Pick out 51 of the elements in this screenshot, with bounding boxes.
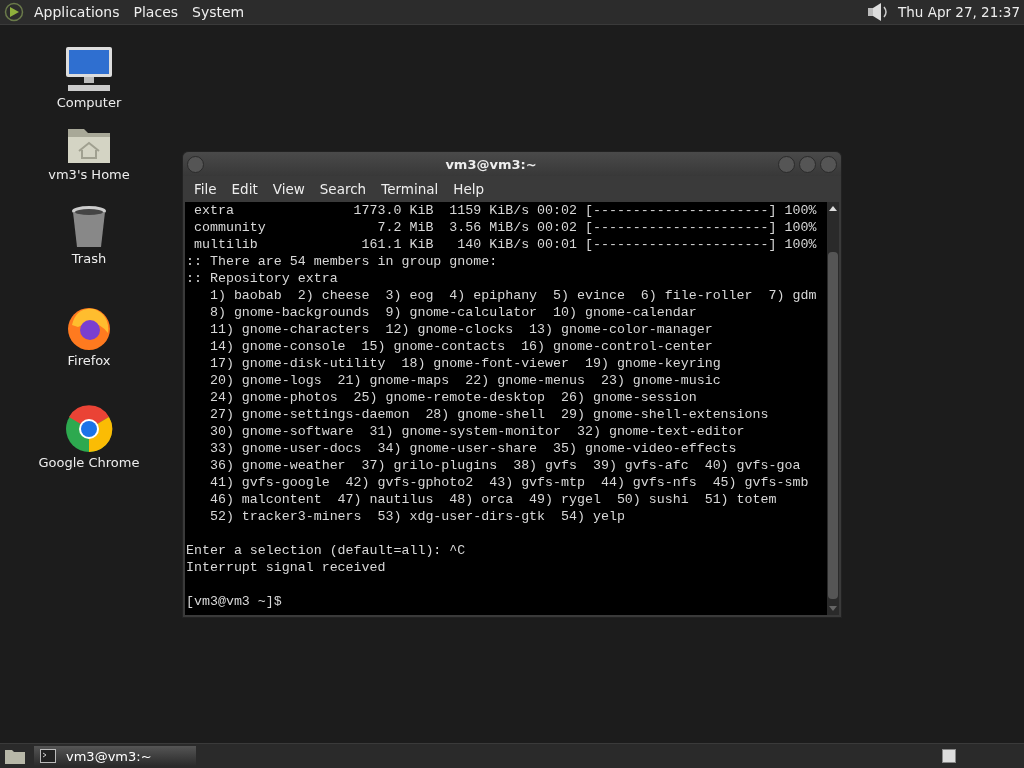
menu-item[interactable]: Edit [226, 181, 263, 197]
panel-menu[interactable]: System [192, 4, 245, 20]
menu-item[interactable]: File [189, 181, 222, 197]
terminal-line: extra 1773.0 KiB 1159 KiB/s 00:02 [----------------------] 100% [192, 202, 818, 219]
desktop-icon-label: Trash [71, 251, 107, 266]
logo-icon[interactable] [4, 2, 24, 22]
menu-item[interactable]: View [267, 181, 310, 197]
chrome-icon[interactable] [65, 405, 113, 453]
clock[interactable]: Thu Apr 27, 21:37 [898, 4, 1020, 20]
terminal-line: 24) gnome-photos 25) gnome-remote-desktop 26) gnome-session [208, 389, 698, 406]
scroll-down-icon[interactable] [828, 605, 838, 613]
terminal-line: Enter a selection (default=all): ^C [186, 542, 467, 559]
firefox-icon[interactable] [66, 305, 112, 351]
terminal-line: 41) gvfs-google 42) gvfs-gphoto2 43) gvfs-mtp 44) gvfs-nfs 45) gvfs-smb [208, 474, 810, 491]
terminal-icon [40, 749, 56, 763]
terminal-line: 11) gnome-characters 12) gnome-clocks 13) gnome-color-manager [208, 321, 714, 338]
terminal-line: 1) baobab 2) cheese 3) eog 4) epiphany 5) evince 6) file-roller 7) gdm [208, 287, 818, 304]
menu-item[interactable]: Search [314, 181, 372, 197]
desktop-icon-label: Firefox [67, 353, 111, 368]
desktop-icon-label: vm3's Home [48, 167, 130, 182]
terminal-line: :: There are 54 members in group gnome: [186, 253, 499, 270]
terminal-line: 17) gnome-disk-utility 18) gnome-font-viewer 19) gnome-keyring [208, 355, 722, 372]
desktop-icon-label: Google Chrome [38, 455, 140, 470]
scroll-up-icon[interactable] [828, 204, 838, 212]
terminal-line: 20) gnome-logs 21) gnome-maps 22) gnome-menus 23) gnome-music [208, 372, 722, 389]
terminal-line: Interrupt signal received [186, 559, 387, 576]
show-desktop-icon[interactable] [4, 747, 26, 765]
panel-menu[interactable]: Places [133, 4, 179, 20]
terminal-line: 46) malcontent 47) nautilus 48) orca 49) rygel 50) sushi 51) totem [208, 491, 778, 508]
terminal-line: 27) gnome-settings-daemon 28) gnome-shell 29) gnome-shell-extensions [208, 406, 770, 423]
menu-item[interactable]: Terminal [376, 181, 444, 197]
terminal-line: multilib 161.1 KiB 140 KiB/s 00:01 [----------------------] 100% [192, 236, 818, 253]
terminal-line: 30) gnome-software 31) gnome-system-monitor 32) gnome-text-editor [208, 423, 746, 440]
terminal-line: :: Repository extra [186, 270, 339, 287]
terminal-line: 52) tracker3-miners 53) xdg-user-dirs-gtk 54) yelp [208, 508, 626, 525]
trash-icon[interactable] [70, 205, 108, 249]
scrollbar[interactable] [827, 202, 839, 615]
taskbar-button[interactable]: vm3@vm3:~ [34, 746, 196, 766]
terminal-line: 33) gnome-user-docs 34) gnome-user-share 35) gnome-video-effects [208, 440, 738, 457]
terminal-line: 14) gnome-console 15) gnome-contacts 16) gnome-control-center [208, 338, 714, 355]
scrollbar-thumb[interactable] [828, 252, 838, 599]
window-title: vm3@vm3:~ [444, 156, 538, 172]
terminal-line: community 7.2 MiB 3.56 MiB/s 00:02 [----------------------] 100% [192, 219, 818, 236]
computer-icon[interactable] [64, 45, 114, 93]
terminal-line: [vm3@vm3 ~]$ [186, 593, 283, 610]
panel-menu[interactable]: Applications [34, 4, 120, 20]
desktop-icon-label: Computer [56, 95, 122, 110]
menu-item[interactable]: Help [448, 181, 490, 197]
workspace-switcher[interactable] [942, 749, 956, 763]
terminal-line: 8) gnome-backgrounds 9) gnome-calculator 10) gnome-calendar [208, 304, 698, 321]
terminal-line: 36) gnome-weather 37) grilo-plugins 38) gvfs 39) gvfs-afc 40) gvfs-goa [208, 457, 802, 474]
